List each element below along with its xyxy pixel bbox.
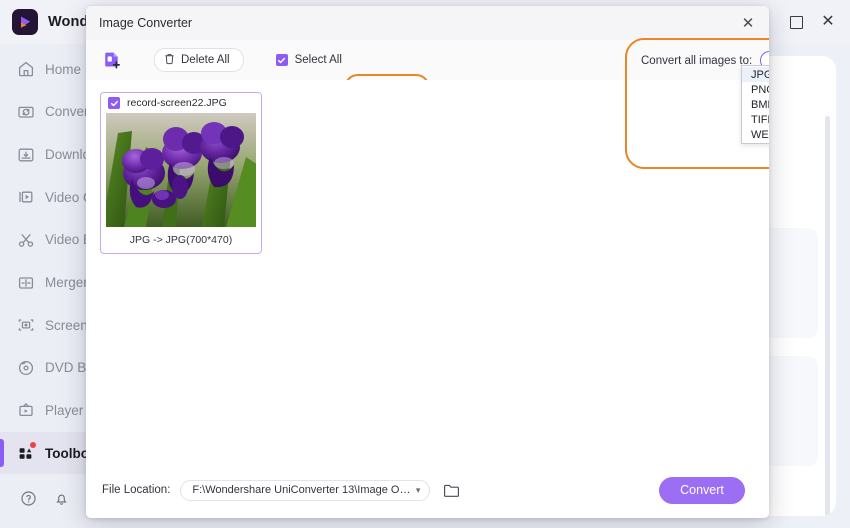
screen-recorder-icon (16, 315, 36, 335)
file-list-area: record-screen22.JPG JPG -> JPG(700*470) (86, 80, 769, 462)
select-all-label: Select All (294, 54, 342, 66)
sidebar-item-converter[interactable]: Converter (0, 91, 104, 134)
sidebar: Home Converter Downloader Video Video Ed… (0, 44, 157, 528)
help-icon[interactable] (20, 490, 37, 512)
file-card[interactable]: record-screen22.JPG JPG -> JPG(700*470) (100, 92, 262, 254)
delete-all-button[interactable]: Delete All (154, 48, 244, 72)
sidebar-item-dvd-burner[interactable]: DVD Burner (0, 346, 118, 389)
video-compressor-icon (16, 187, 36, 207)
dialog-close-icon[interactable]: ✕ (731, 8, 765, 38)
format-option-webp[interactable]: WEBP (742, 127, 769, 142)
convert-button[interactable]: Convert (659, 476, 745, 504)
folder-icon[interactable] (442, 481, 460, 499)
app-logo-icon (12, 9, 38, 35)
file-conversion-label: JPG -> JPG(700*470) (129, 234, 233, 246)
downloader-icon (16, 145, 36, 165)
sidebar-item-video-editor[interactable]: Video Editor (0, 219, 118, 262)
file-location-value: F:\Wondershare UniConverter 13\Image Out… (192, 484, 416, 496)
file-card-header: record-screen22.JPG (101, 93, 261, 113)
sidebar-item-home[interactable]: Home (0, 48, 96, 91)
convert-all-images-label: Convert all images to: (641, 54, 753, 67)
sidebar-item-label: Player (45, 402, 84, 418)
sidebar-item-player[interactable]: Player (0, 389, 96, 432)
sidebar-item-downloader[interactable]: Downloader (0, 133, 117, 176)
dialog-header: Image Converter ✕ (86, 6, 769, 40)
file-location-label: File Location: (102, 484, 171, 496)
trash-icon (164, 53, 175, 68)
dialog-title: Image Converter (99, 16, 193, 30)
file-name-label: record-screen22.JPG (127, 97, 227, 109)
content-scrollbar[interactable] (825, 116, 830, 516)
format-option-png[interactable]: PNG (742, 82, 769, 97)
sidebar-item-toolbox[interactable]: Toolbox (0, 431, 97, 475)
player-icon (16, 400, 36, 420)
notification-bell-icon[interactable] (53, 490, 70, 512)
converter-icon (16, 102, 36, 122)
image-converter-dialog: Image Converter ✕ Delete All Select All … (86, 6, 769, 518)
sidebar-item-screen-recorder[interactable]: Screen Recorder (0, 304, 147, 347)
file-checkbox-checked-icon[interactable] (108, 97, 120, 109)
video-editor-scissors-icon (16, 230, 36, 250)
merger-icon (16, 273, 36, 293)
format-dropdown-list[interactable]: JPG PNG BMP TIFF WEBP (741, 65, 769, 144)
sidebar-item-label: Merger (45, 275, 88, 291)
close-button[interactable]: ✕ (812, 7, 844, 37)
chevron-down-icon: ▾ (415, 484, 421, 495)
sidebar-bottom-icons (0, 474, 102, 528)
sidebar-item-video-compressor[interactable]: Video Compressor (0, 176, 157, 219)
sidebar-item-label: Home (45, 61, 82, 77)
maximize-icon (789, 15, 803, 29)
delete-all-label: Delete All (181, 54, 230, 66)
sidebar-item-merger[interactable]: Merger (0, 261, 96, 304)
checkbox-checked-icon (275, 54, 288, 66)
add-file-icon[interactable] (100, 48, 124, 72)
dvd-burner-icon (16, 358, 36, 378)
file-location-select[interactable]: F:\Wondershare UniConverter 13\Image Out… (180, 479, 431, 501)
toolbox-badge-dot (30, 441, 36, 448)
file-thumbnail-image (106, 113, 256, 227)
home-icon (16, 59, 36, 79)
format-option-bmp[interactable]: BMP (742, 97, 769, 112)
select-all-checkbox[interactable]: Select All (270, 51, 348, 69)
dialog-footer: File Location: F:\Wondershare UniConvert… (86, 462, 769, 518)
format-option-jpg[interactable]: JPG (742, 67, 769, 82)
maximize-button[interactable] (780, 7, 812, 37)
dialog-toolbar: Delete All Select All Convert all images… (86, 40, 769, 105)
format-option-tiff[interactable]: TIFF (742, 112, 769, 127)
